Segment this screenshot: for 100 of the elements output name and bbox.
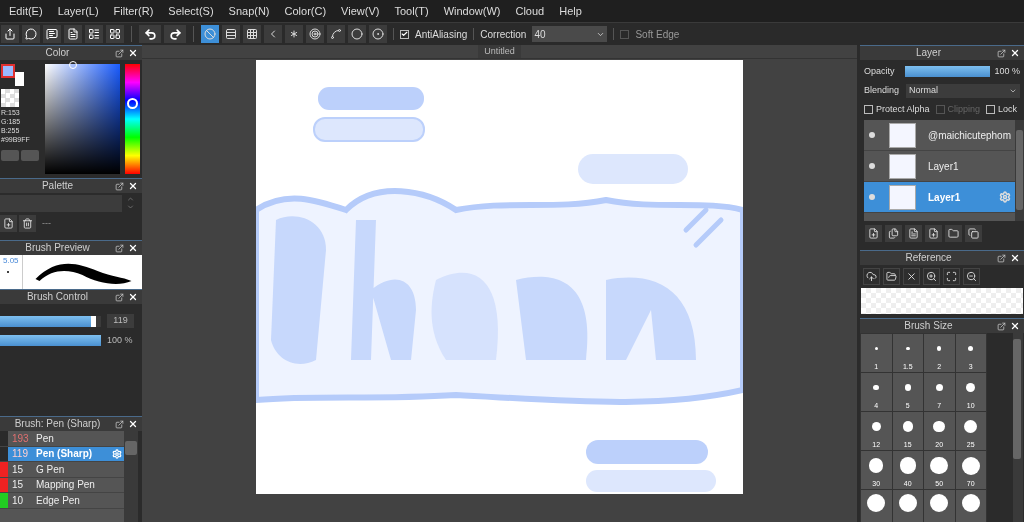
menu-item[interactable]: Tool(T) bbox=[394, 2, 429, 20]
snap-button[interactable] bbox=[222, 25, 240, 43]
delete-button[interactable] bbox=[19, 215, 36, 232]
blending-label: Blending bbox=[864, 83, 901, 97]
popout-icon[interactable] bbox=[997, 48, 1006, 58]
color-gradient-field[interactable] bbox=[45, 64, 120, 174]
brush-name: Pen (Sharp) bbox=[35, 447, 94, 462]
popout-icon[interactable] bbox=[997, 253, 1006, 263]
menu-item[interactable]: Layer(L) bbox=[57, 2, 99, 20]
brush-item[interactable]: 10 Edge Pen bbox=[0, 493, 124, 509]
blending-dropdown[interactable]: Normal bbox=[906, 83, 1020, 98]
toolbar-button[interactable] bbox=[22, 25, 40, 43]
layer-tool-button[interactable] bbox=[945, 225, 962, 242]
menu-item[interactable]: Color(C) bbox=[284, 2, 327, 20]
menu-item[interactable]: View(V) bbox=[341, 2, 380, 20]
close-icon bbox=[906, 271, 917, 282]
close-icon[interactable] bbox=[128, 292, 138, 302]
hue-ring[interactable] bbox=[127, 97, 138, 109]
panel-title: Brush: Pen (Sharp) bbox=[13, 419, 102, 429]
menu-item[interactable]: Filter(R) bbox=[113, 2, 154, 20]
brush-name: Edge Pen bbox=[35, 493, 81, 508]
popout-icon[interactable] bbox=[115, 181, 124, 191]
redo-icon bbox=[168, 27, 182, 41]
forbidden-icon bbox=[204, 28, 216, 40]
popout-icon[interactable] bbox=[997, 321, 1006, 331]
popout-icon[interactable] bbox=[115, 243, 124, 253]
checkbox[interactable] bbox=[400, 29, 409, 39]
document-tab[interactable]: Untitled bbox=[478, 45, 521, 58]
correction-dropdown[interactable]: 40 bbox=[532, 26, 608, 42]
close-icon[interactable] bbox=[128, 48, 138, 58]
soft-edge-label: Soft Edge bbox=[635, 27, 680, 42]
brush-item[interactable]: 193 Pen bbox=[0, 431, 124, 447]
brush-item[interactable]: 15 Mapping Pen bbox=[0, 477, 124, 493]
scrollbar[interactable] bbox=[1015, 120, 1024, 221]
toolbar-button[interactable] bbox=[64, 25, 82, 43]
new-palette-button[interactable] bbox=[0, 215, 17, 232]
toolbar-button[interactable] bbox=[106, 25, 124, 43]
popout-icon[interactable] bbox=[115, 292, 124, 302]
fit-screen-icon bbox=[946, 271, 957, 282]
hue-slider[interactable] bbox=[125, 64, 140, 174]
layer-tool-button[interactable] bbox=[905, 225, 922, 242]
layer-tool-button[interactable] bbox=[925, 225, 942, 242]
reference-tool-button[interactable] bbox=[863, 268, 880, 285]
menu-item[interactable]: Cloud bbox=[515, 2, 545, 20]
opacity-slider[interactable] bbox=[0, 335, 101, 347]
snap-button[interactable] bbox=[243, 25, 261, 43]
undo-button[interactable] bbox=[139, 25, 161, 43]
foreground-color-swatch[interactable] bbox=[1, 64, 15, 78]
background-color-swatch[interactable] bbox=[15, 72, 24, 86]
menu-item[interactable]: Edit(E) bbox=[9, 2, 43, 20]
snap-button[interactable] bbox=[327, 25, 345, 43]
target-icon bbox=[309, 28, 321, 40]
folder-icon bbox=[886, 271, 897, 282]
close-icon[interactable] bbox=[128, 419, 138, 429]
popout-icon[interactable] bbox=[115, 48, 124, 58]
document-icon bbox=[908, 228, 919, 239]
snap-button[interactable] bbox=[264, 25, 282, 43]
reference-tool-button[interactable] bbox=[883, 268, 900, 285]
layer-row[interactable]: @maichicutephom bbox=[864, 120, 1015, 151]
scrollbar[interactable] bbox=[124, 431, 138, 522]
redo-button[interactable] bbox=[164, 25, 186, 43]
opacity-label: Opacity bbox=[864, 65, 896, 78]
undo-icon bbox=[143, 27, 157, 41]
reference-tool-button[interactable] bbox=[903, 268, 920, 285]
layer-opacity-slider[interactable] bbox=[904, 66, 991, 78]
close-icon[interactable] bbox=[1010, 253, 1020, 263]
checkbox[interactable] bbox=[986, 104, 996, 114]
option-label: Protect Alpha bbox=[876, 102, 930, 116]
brush-item[interactable]: 15 G Pen bbox=[0, 462, 124, 478]
menu-item[interactable]: Window(W) bbox=[443, 2, 501, 20]
snap-button[interactable] bbox=[306, 25, 324, 43]
checkbox[interactable] bbox=[620, 29, 630, 39]
brush-name: Mapping Pen bbox=[35, 478, 96, 493]
layer-tool-button[interactable] bbox=[865, 225, 882, 242]
close-icon[interactable] bbox=[128, 181, 138, 191]
reference-tool-button[interactable] bbox=[963, 268, 980, 285]
popout-icon[interactable] bbox=[115, 419, 124, 429]
close-icon[interactable] bbox=[1010, 321, 1020, 331]
toolbar-button[interactable] bbox=[43, 25, 61, 43]
snap-button[interactable] bbox=[369, 25, 387, 43]
snap-button[interactable] bbox=[348, 25, 366, 43]
transparent-swatch[interactable] bbox=[1, 89, 19, 107]
reference-tool-button[interactable] bbox=[923, 268, 940, 285]
scrollbar[interactable] bbox=[1013, 333, 1023, 522]
close-icon[interactable] bbox=[1010, 48, 1020, 58]
menu-item[interactable]: Select(S) bbox=[168, 2, 214, 20]
menu-item[interactable]: Snap(N) bbox=[228, 2, 270, 20]
reference-tool-button[interactable] bbox=[943, 268, 960, 285]
snap-button[interactable] bbox=[285, 25, 303, 43]
lines-icon bbox=[225, 28, 237, 40]
circle-icon bbox=[351, 28, 363, 40]
layer-tool-button[interactable] bbox=[965, 225, 982, 242]
size-value-field[interactable]: 119 bbox=[107, 314, 134, 328]
close-icon[interactable] bbox=[128, 243, 138, 253]
toolbar-button[interactable] bbox=[85, 25, 103, 43]
layer-tool-button[interactable] bbox=[885, 225, 902, 242]
settings-icon[interactable] bbox=[999, 191, 1011, 203]
list-icon bbox=[88, 28, 100, 40]
menu-item[interactable]: Help bbox=[559, 2, 582, 20]
checkbox[interactable] bbox=[864, 104, 873, 114]
